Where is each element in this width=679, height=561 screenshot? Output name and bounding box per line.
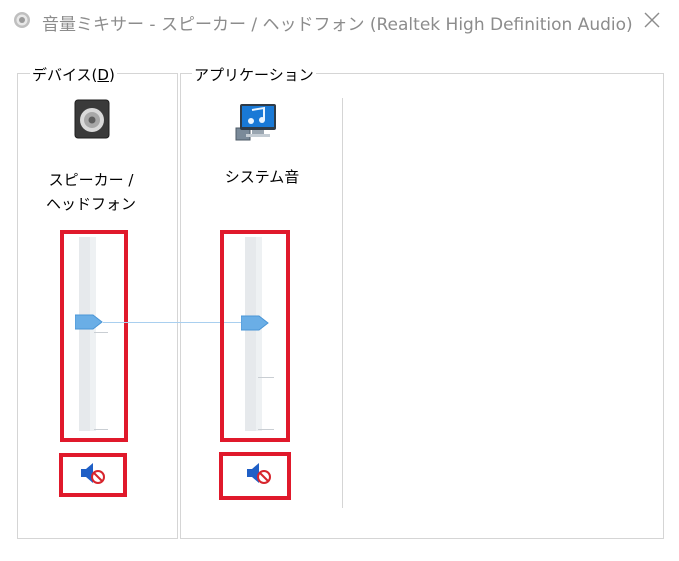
- system-sounds-icon[interactable]: [234, 102, 280, 142]
- app-name: システム音: [224, 168, 300, 186]
- device-mute-highlight: [59, 453, 127, 497]
- speaker-icon[interactable]: [74, 99, 110, 139]
- device-slider-highlight: [60, 230, 128, 442]
- app-slider-highlight: [220, 230, 290, 442]
- device-group-label: デバイス(D): [30, 64, 117, 85]
- application-column-divider: [342, 98, 343, 508]
- device-name: スピーカー / ヘッドフォン: [30, 168, 152, 216]
- window-title: 音量ミキサー - スピーカー / ヘッドフォン (Realtek High De…: [42, 15, 633, 35]
- app-mute-highlight: [219, 452, 291, 500]
- volume-mixer-icon: [14, 12, 30, 28]
- close-icon[interactable]: [641, 9, 663, 31]
- title-bar: 音量ミキサー - スピーカー / ヘッドフォン (Realtek High De…: [0, 0, 679, 42]
- applications-group-label: アプリケーション: [192, 64, 316, 85]
- device-name-line1: スピーカー /: [48, 171, 134, 189]
- device-name-line2: ヘッドフォン: [45, 195, 136, 213]
